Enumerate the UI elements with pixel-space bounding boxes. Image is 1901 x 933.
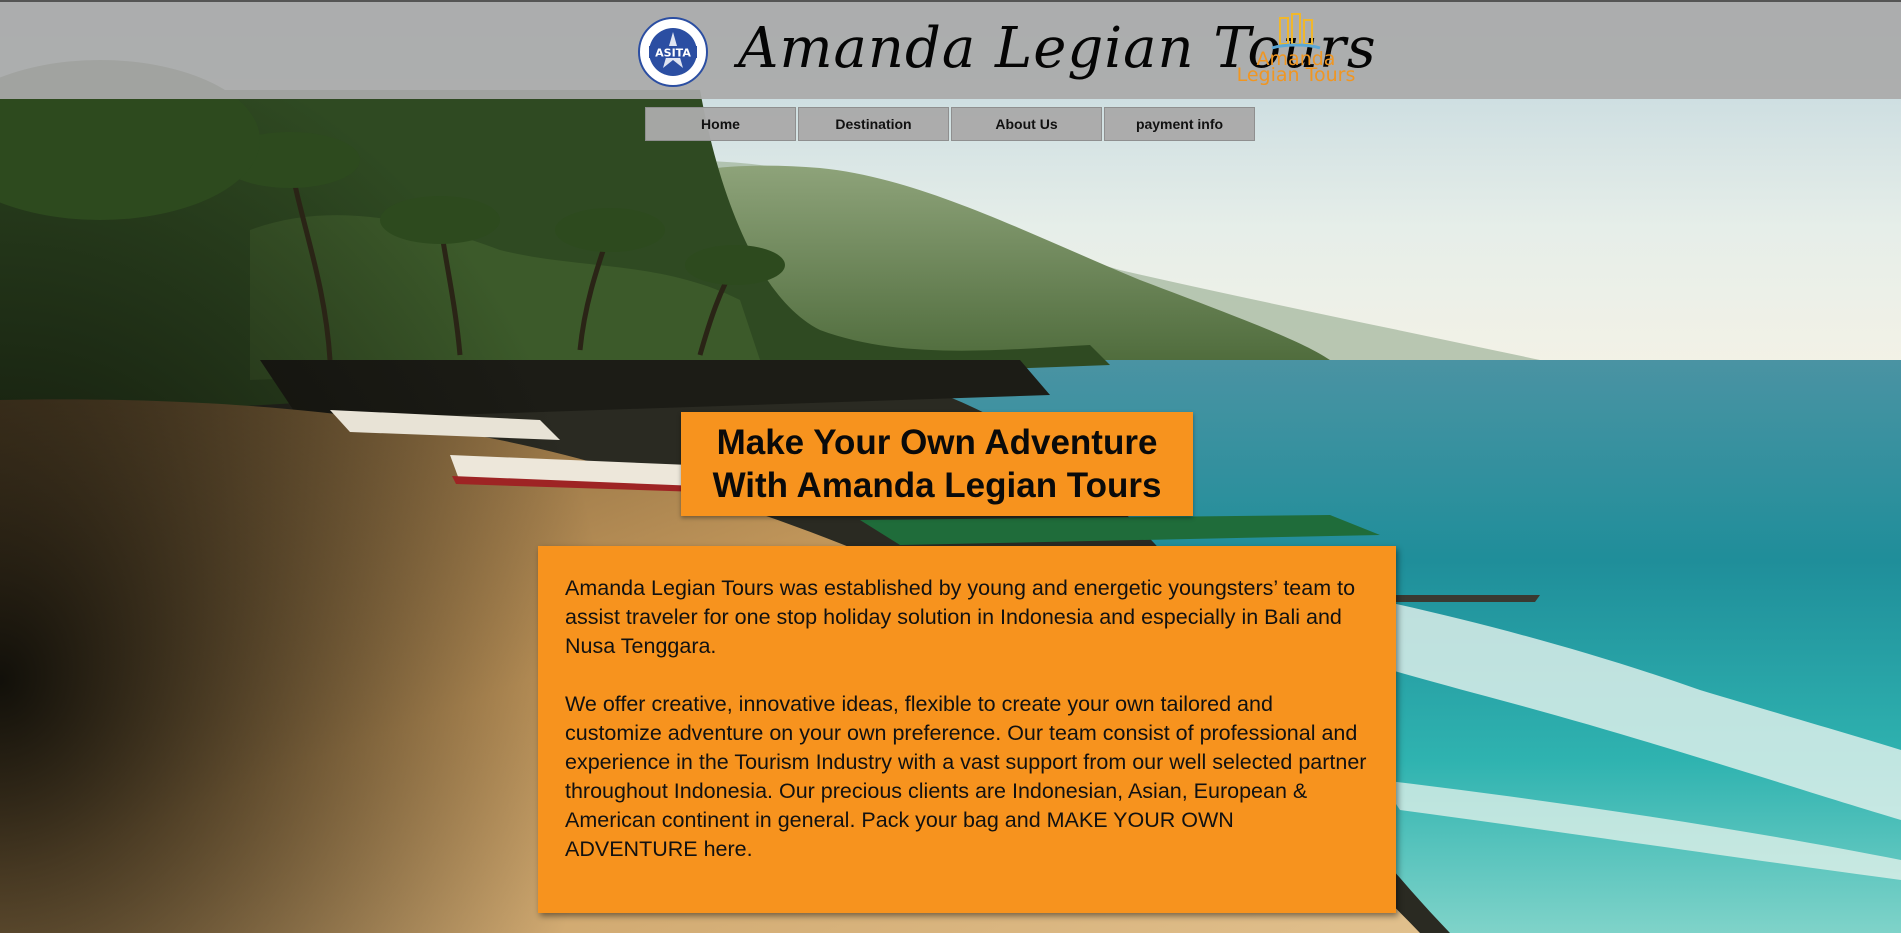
nav-item-payment-info[interactable]: payment info: [1104, 107, 1255, 141]
temple-mark-icon: [1271, 13, 1321, 50]
intro-text-box: Amanda Legian Tours was established by y…: [538, 546, 1396, 913]
nav-item-destination[interactable]: Destination: [798, 107, 949, 141]
intro-paragraph-1: Amanda Legian Tours was established by y…: [565, 576, 1356, 658]
intro-paragraph-2: We offer creative, innovative ideas, fle…: [565, 692, 1367, 861]
asita-logo-text: ASITA: [655, 47, 691, 60]
headline-line-2: With Amanda Legian Tours: [712, 466, 1162, 505]
headline-line-1: Make Your Own Adventure: [716, 423, 1158, 462]
nav-item-about-us[interactable]: About Us: [951, 107, 1102, 141]
site-header: ASITA Amanda Legian Tours Amanda Legian …: [0, 0, 1901, 99]
asita-logo-icon[interactable]: ASITA: [632, 16, 714, 88]
main-nav: Home Destination About Us payment info: [645, 107, 1257, 141]
hero-headline-box: Make Your Own Adventure With Amanda Legi…: [681, 412, 1193, 516]
logo-right-line2: Legian Tours: [1236, 64, 1356, 86]
amanda-legian-logo-icon[interactable]: Amanda Legian Tours: [1232, 10, 1360, 90]
nav-item-home[interactable]: Home: [645, 107, 796, 141]
